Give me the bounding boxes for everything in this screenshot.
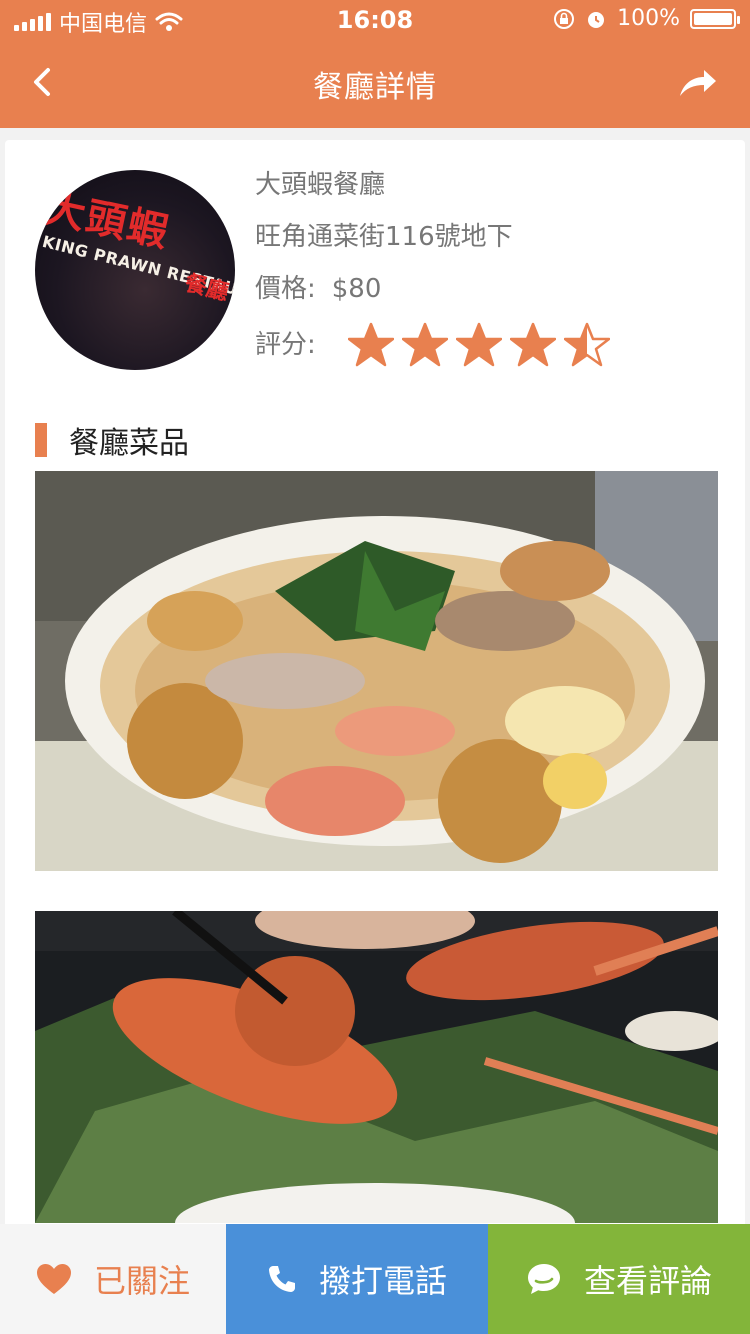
review-label: 查看評論 (583, 1262, 712, 1300)
call-button[interactable]: 撥打電話 (226, 1224, 488, 1334)
call-label: 撥打電話 (318, 1262, 447, 1300)
review-button[interactable]: 查看評論 (488, 1224, 750, 1334)
dishes-section-header: 餐廳菜品 (35, 418, 189, 462)
nav-bar: 餐廳詳情 (0, 40, 750, 128)
share-arrow-icon (680, 70, 716, 96)
alarm-icon (588, 11, 605, 28)
restaurant-info: 大頭蝦餐廳 旺角通菜街116號地下 價格: $80 評分: (255, 166, 610, 368)
bottom-action-bar: 已關注 撥打電話 查看評論 (0, 1224, 750, 1334)
restaurant-address: 旺角通菜街116號地下 (255, 222, 513, 252)
chat-bubble-icon (527, 1264, 560, 1294)
follow-label: 已關注 (93, 1262, 190, 1300)
follow-button[interactable]: 已關注 (0, 1224, 226, 1334)
status-bar: 中国电信 16:08 100% (0, 0, 750, 40)
price-value: $80 (331, 274, 382, 304)
restaurant-logo: 大頭蝦 KING PRAWN RESTAURANT 餐廳 (35, 170, 235, 370)
star-half-icon (563, 322, 610, 367)
logo-text-cn-sub: 餐廳 (182, 270, 231, 306)
rating-label: 評分: (255, 330, 316, 360)
price-row: 價格: $80 (255, 270, 610, 308)
dishes-section-title: 餐廳菜品 (69, 426, 189, 461)
star-full-icon (509, 322, 556, 367)
star-full-icon (401, 322, 448, 367)
rating-row: 評分: (255, 322, 610, 368)
dish-photo-noodle-soup[interactable] (35, 471, 718, 871)
heart-icon (36, 1264, 71, 1294)
restaurant-card: 大頭蝦 KING PRAWN RESTAURANT 餐廳 大頭蝦餐廳 旺角通菜街… (5, 140, 745, 1240)
restaurant-name: 大頭蝦餐廳 (255, 170, 386, 200)
status-right: 100% (553, 6, 740, 31)
rating-stars (347, 322, 610, 368)
rotation-lock-icon (554, 8, 575, 29)
dish-photo-grilled-prawns[interactable] (35, 911, 718, 1223)
phone-icon (268, 1266, 295, 1292)
section-accent-bar (35, 423, 47, 457)
battery-percent: 100% (617, 6, 680, 31)
page-title: 餐廳詳情 (313, 70, 437, 105)
star-full-icon (455, 322, 502, 367)
share-button[interactable] (676, 62, 720, 106)
battery-icon (690, 8, 740, 29)
star-full-icon (347, 322, 394, 367)
top-bar: 中国电信 16:08 100% 餐廳詳情 (0, 0, 750, 128)
price-label: 價格: (255, 274, 316, 304)
